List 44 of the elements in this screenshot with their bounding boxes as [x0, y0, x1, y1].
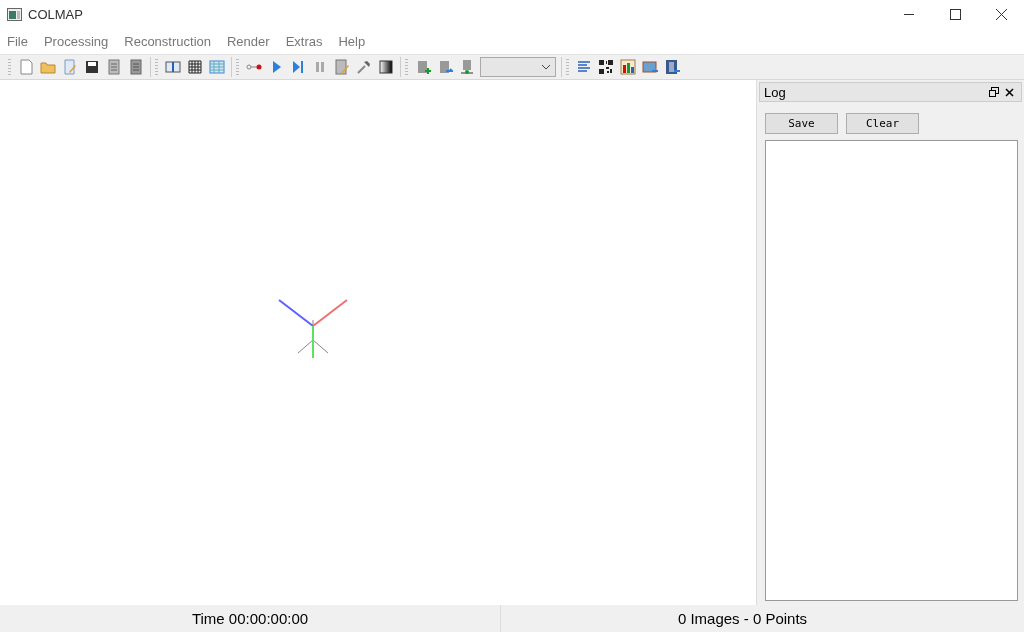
save-button[interactable]: Save: [765, 113, 838, 134]
export-icon: [128, 59, 144, 75]
save-icon: [84, 59, 100, 75]
reconstruction-counts: 0 Images - 0 Points: [677, 610, 808, 627]
menu-item[interactable]: File: [2, 33, 33, 49]
menu-item[interactable]: Extras: [280, 33, 328, 49]
close-icon: [995, 8, 1007, 20]
bar-chart-button[interactable]: [617, 57, 639, 77]
dropdown[interactable]: [480, 57, 556, 77]
database-add-icon: [415, 59, 431, 75]
menu-item[interactable]: Reconstruction: [119, 33, 216, 49]
database-download-icon: [459, 59, 475, 75]
qr-code-icon: [598, 59, 614, 75]
new-file-icon: [18, 59, 34, 75]
folder-icon: [40, 59, 56, 75]
grid-icon: [187, 59, 203, 75]
edit-document-icon: [334, 59, 350, 75]
elapsed-time: Time 00:00:00:00: [191, 610, 309, 627]
restore-icon: [989, 87, 999, 97]
dock-title: Log: [764, 84, 787, 100]
image-viewer-icon: [165, 59, 181, 75]
app-icon: [7, 7, 22, 21]
close-button[interactable]: [1002, 87, 1017, 97]
menu-item[interactable]: Render: [222, 33, 275, 49]
menu-item[interactable]: Help: [333, 33, 371, 49]
film-export-icon: [664, 59, 680, 75]
clear-button[interactable]: Clear: [846, 113, 919, 134]
align-left-icon: [576, 59, 592, 75]
float-button[interactable]: [986, 87, 1002, 97]
bar-chart-icon: [620, 59, 636, 75]
import-icon: [106, 59, 122, 75]
image-export-icon: [642, 59, 658, 75]
gradient-icon: [378, 59, 394, 75]
database-export-icon: [437, 59, 453, 75]
menu-item[interactable]: Processing: [38, 33, 114, 49]
table-icon: [209, 59, 225, 75]
close-icon: [1005, 87, 1014, 97]
caret-icon: [541, 64, 551, 70]
maximize-icon: [949, 8, 961, 20]
step-forward-icon: [290, 59, 306, 75]
hammer-icon: [356, 59, 372, 75]
window-title: COLMAP: [28, 6, 84, 22]
edit-file-icon: [62, 59, 78, 75]
coordinate-axes-icon: [277, 297, 349, 358]
